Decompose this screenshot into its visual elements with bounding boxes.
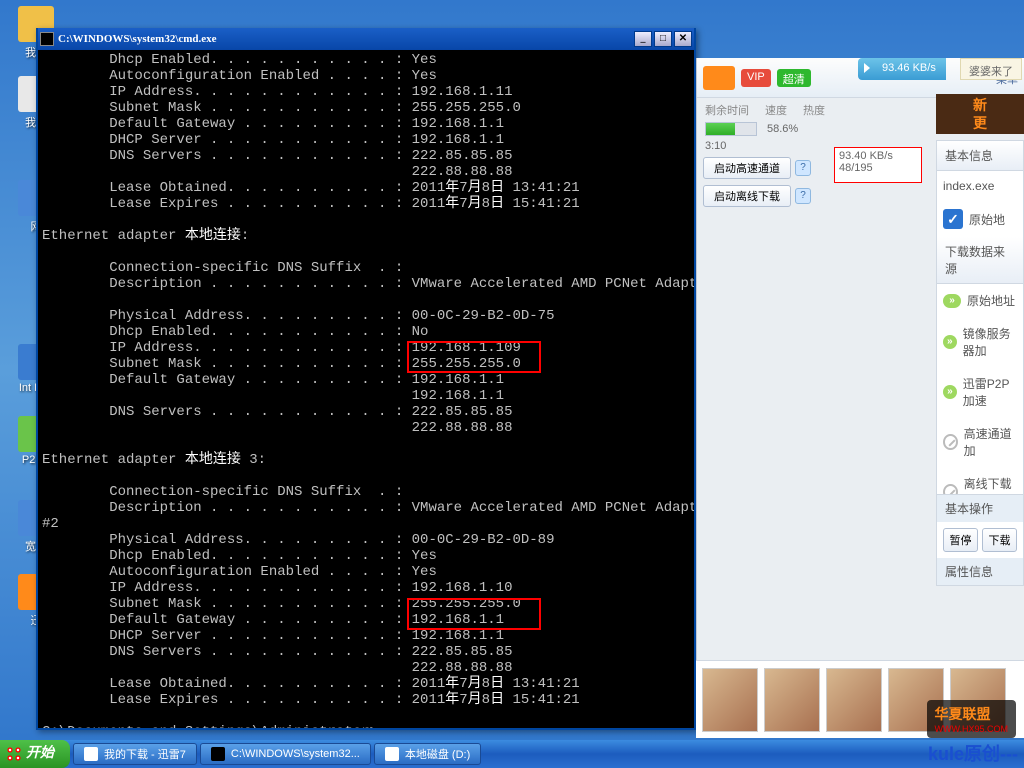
drive-icon xyxy=(385,747,399,761)
speed-box: 93.40 KB/s 48/195 xyxy=(834,147,922,183)
close-button[interactable]: ✕ xyxy=(674,31,692,47)
operations-panel: 基本操作 暂停 下载 属性信息 xyxy=(936,494,1024,586)
vip-badge[interactable]: VIP xyxy=(741,69,771,87)
terminal-output[interactable]: Dhcp Enabled. . . . . . . . . . . : Yes … xyxy=(38,50,694,728)
app-icon xyxy=(703,66,735,90)
sources-header: 下载数据来源 xyxy=(937,237,1023,284)
source-item[interactable]: »迅雷P2P加速 xyxy=(937,367,1023,417)
operations-header: 基本操作 xyxy=(937,495,1023,522)
check-icon: ✓ xyxy=(943,209,963,229)
minimize-button[interactable]: _ xyxy=(634,31,652,47)
taskbar-item[interactable]: 本地磁盘 (D:) xyxy=(374,743,481,765)
cmd-icon xyxy=(211,747,225,761)
arrow-icon: » xyxy=(943,335,957,349)
arrow-icon: » xyxy=(943,385,957,399)
download-button[interactable]: 下载 xyxy=(982,528,1017,552)
hd-badge[interactable]: 超清 xyxy=(777,69,811,87)
thumbnail[interactable] xyxy=(764,668,820,732)
source-item[interactable]: 高速通道加 xyxy=(937,417,1023,467)
progress-bar xyxy=(705,122,757,136)
disabled-icon xyxy=(943,434,958,450)
notification[interactable]: 婆婆来了 xyxy=(960,58,1022,80)
start-button[interactable]: 开始 xyxy=(0,740,70,768)
help-icon[interactable]: ? xyxy=(795,160,811,176)
help-icon[interactable]: ? xyxy=(795,188,811,204)
properties-header: 属性信息 xyxy=(937,558,1023,585)
window-title: C:\WINDOWS\system32\cmd.exe xyxy=(58,33,632,45)
original-source[interactable]: ✓原始地 xyxy=(937,201,1023,237)
tab-basic-info[interactable]: 基本信息 xyxy=(937,141,1023,171)
info-panel: 基本信息 index.exe ✓原始地 下载数据来源 »原始地址 »镜像服务器加… xyxy=(936,140,1024,518)
source-item[interactable]: »镜像服务器加 xyxy=(937,317,1023,367)
promo-banner[interactable]: 新更 xyxy=(936,94,1024,134)
speed-bubble: 93.46 KB/s xyxy=(858,58,946,80)
arrow-icon: » xyxy=(943,294,961,308)
connections: 48/195 xyxy=(839,162,917,174)
offline-button[interactable]: 启动离线下载 xyxy=(703,185,791,207)
filename: index.exe xyxy=(937,171,1023,201)
thumbnail[interactable] xyxy=(826,668,882,732)
source-item[interactable]: »原始地址 xyxy=(937,284,1023,317)
watermark-logo: 华夏联盟WWW.HX95.COM xyxy=(927,700,1017,738)
thumbnail[interactable] xyxy=(702,668,758,732)
speed-value: 93.40 KB/s xyxy=(839,150,917,162)
cmd-window: C:\WINDOWS\system32\cmd.exe _ □ ✕ Dhcp E… xyxy=(36,28,696,730)
watermark-text: kule原创--- xyxy=(928,740,1018,766)
progress-pct: 58.6% xyxy=(767,123,798,135)
maximize-button[interactable]: □ xyxy=(654,31,672,47)
taskbar-item[interactable]: 我的下载 - 迅雷7 xyxy=(73,743,197,765)
cmd-icon xyxy=(40,32,54,46)
eta: 3:10 xyxy=(705,140,726,152)
titlebar[interactable]: C:\WINDOWS\system32\cmd.exe _ □ ✕ xyxy=(38,28,694,50)
highspeed-button[interactable]: 启动高速通道 xyxy=(703,157,791,179)
taskbar-item[interactable]: C:\WINDOWS\system32... xyxy=(200,743,371,765)
taskbar: 开始 我的下载 - 迅雷7 C:\WINDOWS\system32... 本地磁… xyxy=(0,740,1024,768)
pause-button[interactable]: 暂停 xyxy=(943,528,978,552)
app-icon xyxy=(84,747,98,761)
